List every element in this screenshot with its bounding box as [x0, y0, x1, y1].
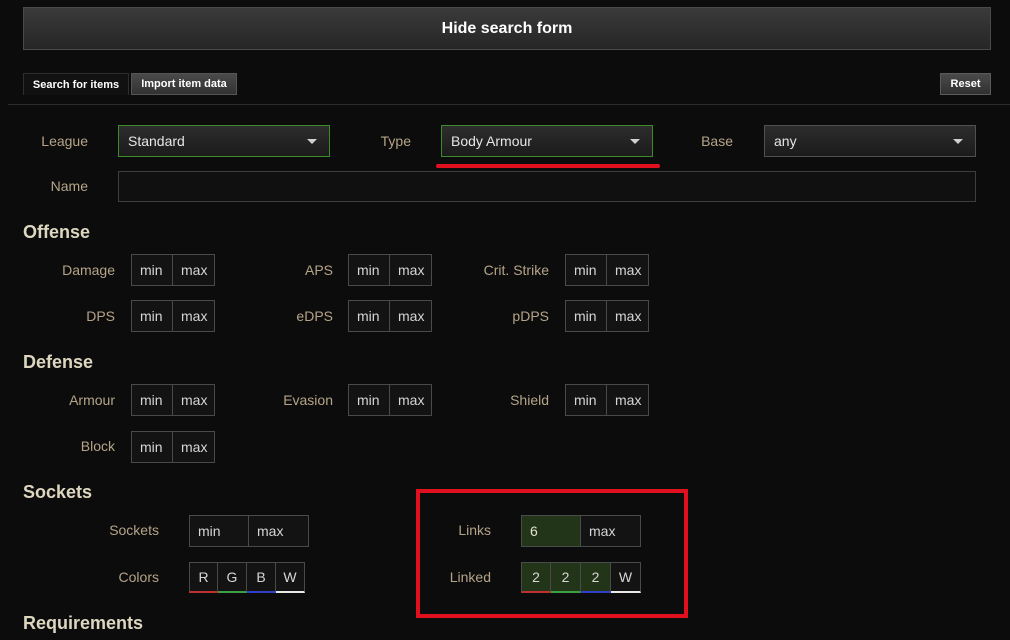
name-input[interactable]	[118, 171, 976, 202]
dps-range: min max	[131, 300, 215, 332]
armour-max-input[interactable]: max	[173, 384, 215, 416]
color-w-input[interactable]: W	[276, 562, 305, 593]
edps-range: min max	[348, 300, 432, 332]
hide-search-form-button[interactable]: Hide search form	[23, 7, 991, 50]
colors-inputs: R G B W	[189, 562, 305, 594]
dps-label: DPS	[86, 308, 115, 324]
edps-label: eDPS	[296, 308, 333, 324]
reset-button[interactable]: Reset	[940, 73, 991, 95]
color-g-input[interactable]: G	[218, 562, 247, 593]
chevron-down-icon	[953, 139, 963, 144]
pdps-label: pDPS	[512, 308, 549, 324]
evasion-label: Evasion	[283, 392, 333, 408]
annotation-underline	[436, 164, 660, 168]
type-select[interactable]: Body Armour	[441, 125, 653, 157]
defense-section-title: Defense	[23, 352, 94, 372]
armour-range: min max	[131, 384, 215, 416]
evasion-range: min max	[348, 384, 432, 416]
crit-strike-min-input[interactable]: min	[565, 254, 607, 286]
block-label: Block	[80, 438, 115, 454]
block-max-input[interactable]: max	[173, 431, 215, 463]
evasion-max-input[interactable]: max	[390, 384, 432, 416]
damage-range: min max	[131, 254, 215, 286]
base-value: any	[774, 133, 797, 149]
sockets-max-input[interactable]: max	[249, 515, 309, 547]
aps-range: min max	[348, 254, 432, 286]
league-label: League	[41, 133, 88, 149]
offense-section-title: Offense	[23, 222, 91, 242]
crit-strike-max-input[interactable]: max	[607, 254, 649, 286]
shield-range: min max	[565, 384, 649, 416]
dps-min-input[interactable]: min	[131, 300, 173, 332]
sockets-label: Sockets	[109, 522, 159, 538]
edps-min-input[interactable]: min	[348, 300, 390, 332]
damage-max-input[interactable]: max	[173, 254, 215, 286]
pdps-max-input[interactable]: max	[607, 300, 649, 332]
block-range: min max	[131, 431, 215, 463]
damage-min-input[interactable]: min	[131, 254, 173, 286]
base-label: Base	[701, 133, 733, 149]
aps-min-input[interactable]: min	[348, 254, 390, 286]
shield-min-input[interactable]: min	[565, 384, 607, 416]
requirements-section-title: Requirements	[23, 613, 144, 633]
aps-max-input[interactable]: max	[390, 254, 432, 286]
crit-strike-label: Crit. Strike	[483, 262, 549, 278]
damage-label: Damage	[62, 262, 115, 278]
pdps-range: min max	[565, 300, 649, 332]
annotation-box	[416, 489, 688, 618]
block-min-input[interactable]: min	[131, 431, 173, 463]
edps-max-input[interactable]: max	[390, 300, 432, 332]
shield-label: Shield	[510, 392, 549, 408]
chevron-down-icon	[307, 139, 317, 144]
armour-label: Armour	[69, 392, 115, 408]
sockets-range: min max	[189, 515, 309, 547]
league-value: Standard	[128, 133, 185, 149]
colors-label: Colors	[118, 569, 159, 585]
pdps-min-input[interactable]: min	[565, 300, 607, 332]
color-b-input[interactable]: B	[247, 562, 276, 593]
chevron-down-icon	[630, 139, 640, 144]
armour-min-input[interactable]: min	[131, 384, 173, 416]
type-label: Type	[380, 133, 411, 149]
type-value: Body Armour	[451, 133, 532, 149]
crit-strike-range: min max	[565, 254, 649, 286]
divider	[8, 104, 1010, 105]
dps-max-input[interactable]: max	[173, 300, 215, 332]
shield-max-input[interactable]: max	[607, 384, 649, 416]
sockets-min-input[interactable]: min	[189, 515, 249, 547]
evasion-min-input[interactable]: min	[348, 384, 390, 416]
base-select[interactable]: any	[764, 125, 976, 157]
sockets-section-title: Sockets	[23, 482, 93, 502]
name-label: Name	[50, 178, 88, 194]
league-select[interactable]: Standard	[118, 125, 330, 157]
tab-import-item-data[interactable]: Import item data	[131, 73, 237, 95]
tab-search-for-items[interactable]: Search for items	[23, 73, 129, 95]
aps-label: APS	[304, 262, 333, 278]
color-r-input[interactable]: R	[189, 562, 218, 593]
